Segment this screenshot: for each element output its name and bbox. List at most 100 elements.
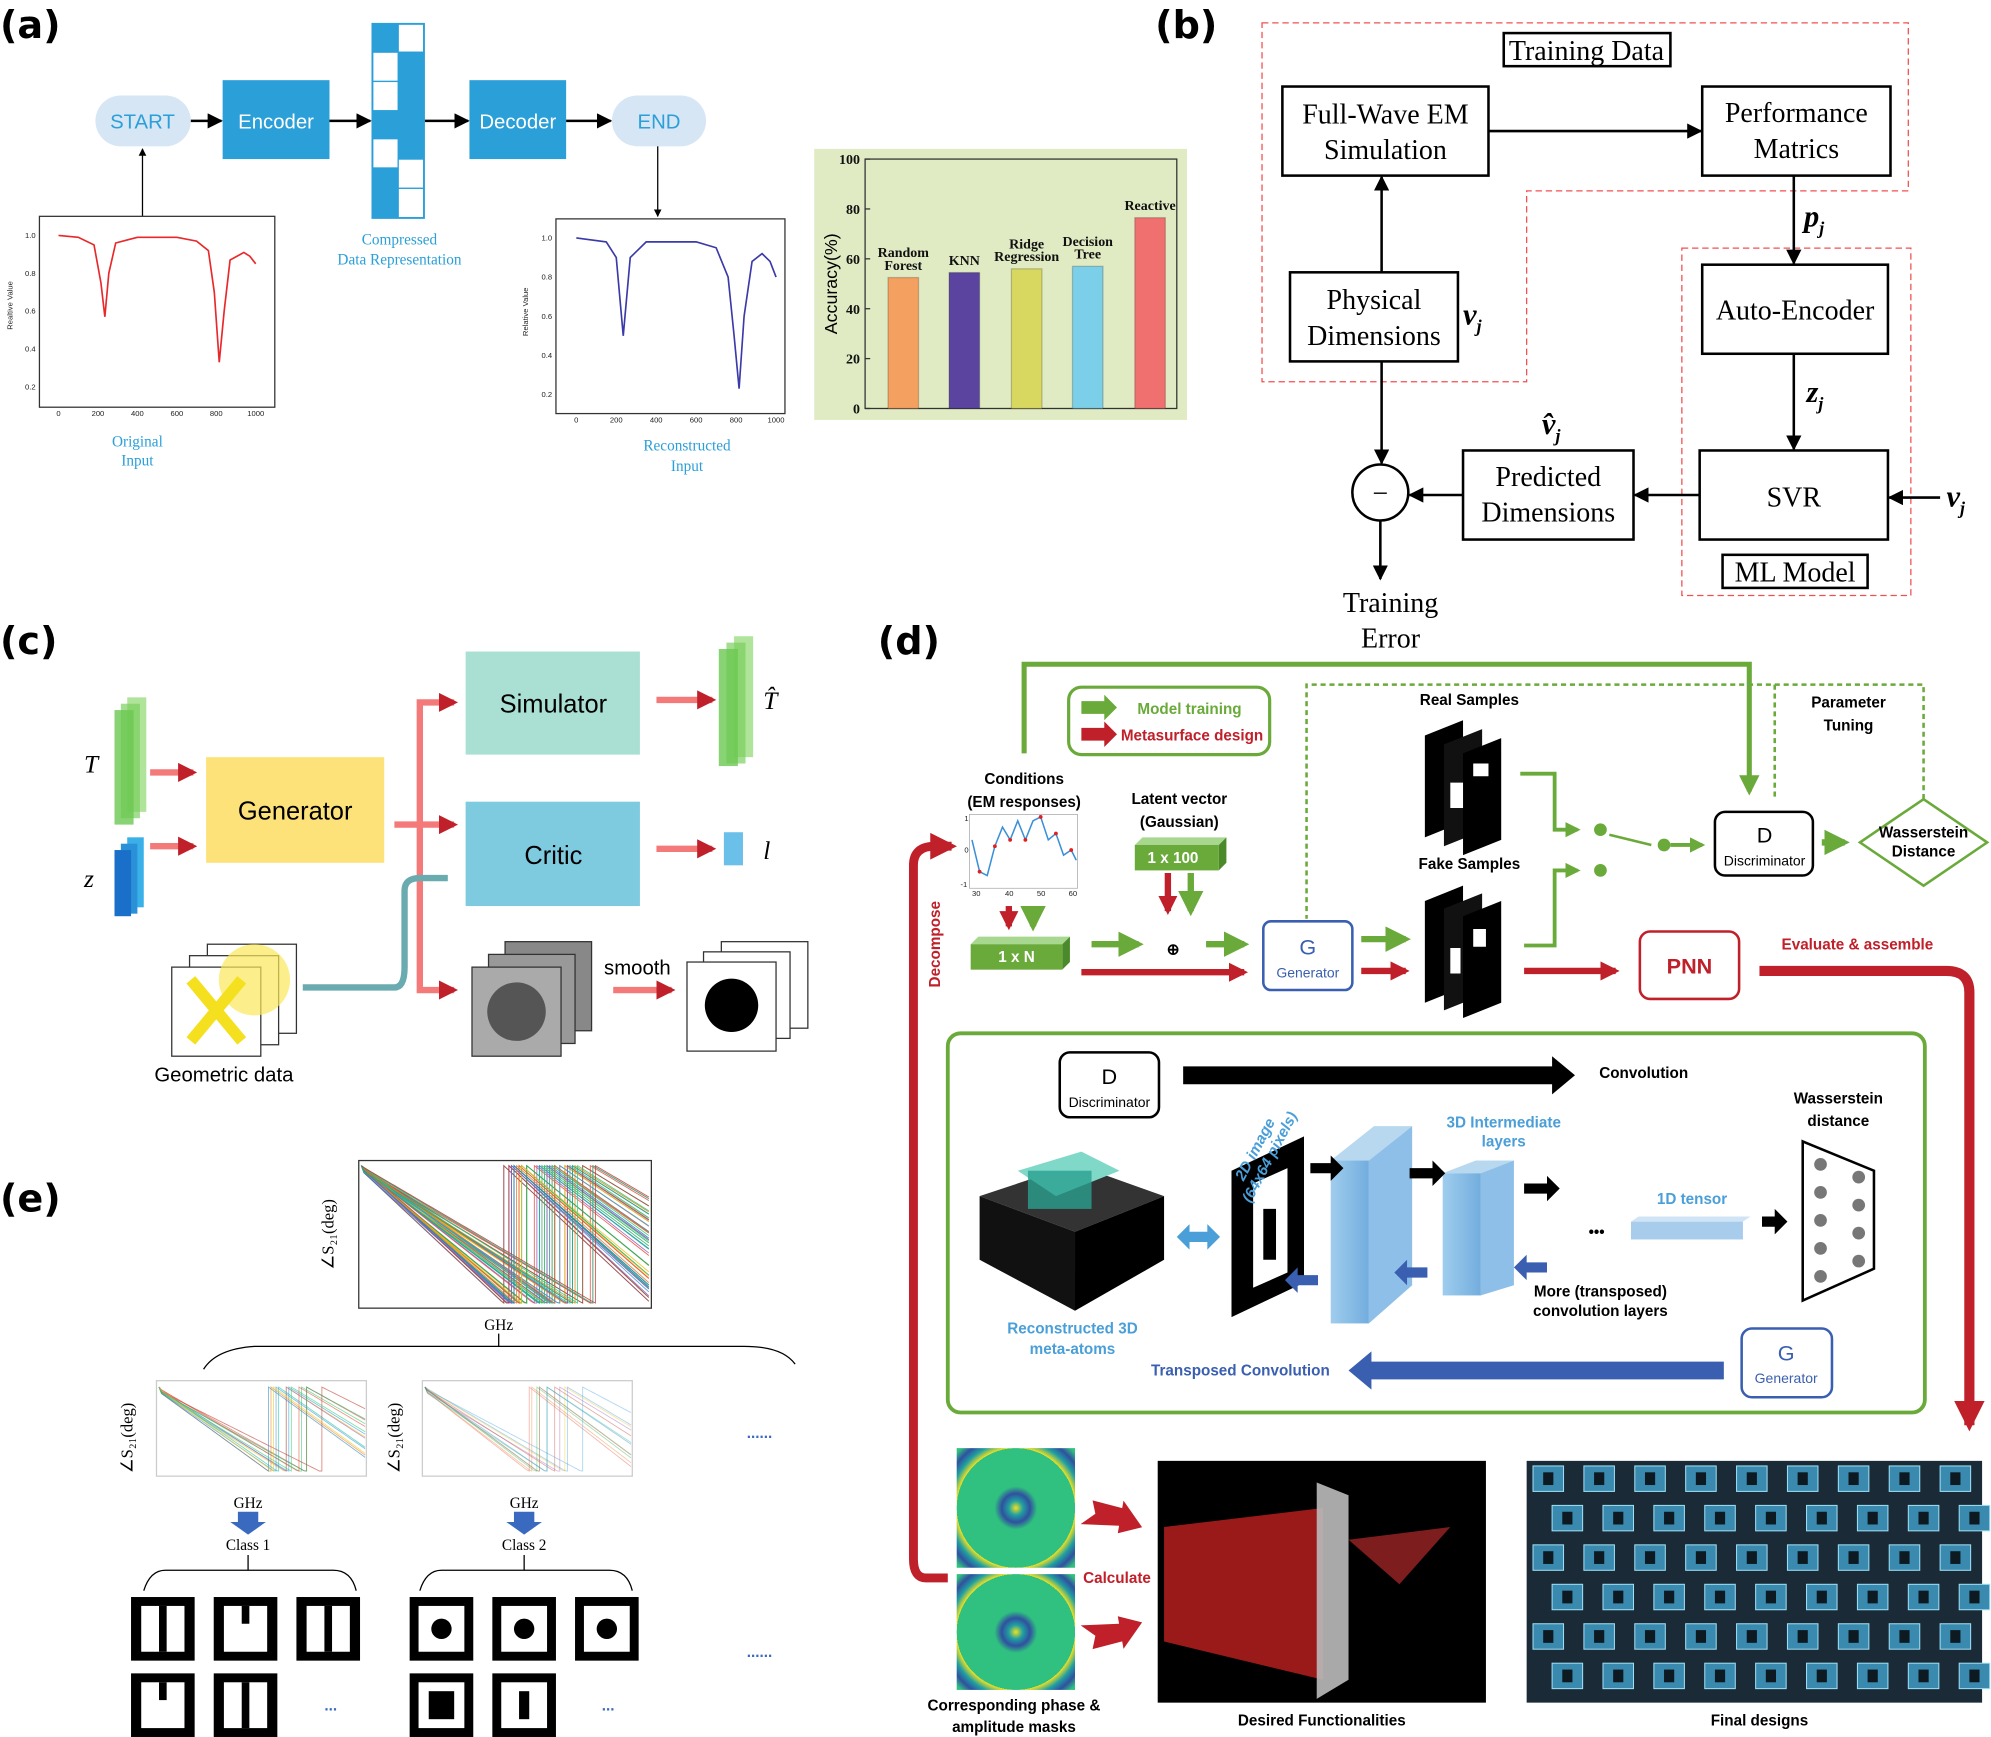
shape-slot bbox=[324, 1605, 333, 1652]
calculate-label: Calculate bbox=[1083, 1570, 1151, 1587]
compressed-caption: Compressed Data Representation bbox=[337, 231, 461, 268]
panel-c: (c) T z Generator Simulator Critic T̂ l bbox=[0, 620, 809, 1087]
svg-text:40: 40 bbox=[1005, 889, 1013, 898]
decompose-label: Decompose bbox=[927, 901, 944, 987]
svg-text:60: 60 bbox=[1069, 889, 1077, 898]
meta-atom-hole bbox=[1714, 1511, 1726, 1525]
svg-text:1 x N: 1 x N bbox=[998, 949, 1034, 966]
latent-vector-label: Latent vector (Gaussian) bbox=[1131, 791, 1227, 831]
meta-atom-hole bbox=[1543, 1472, 1554, 1486]
v-hat-j-symbol: v̂j bbox=[1542, 407, 1561, 446]
meta-atom-hole bbox=[1765, 1590, 1776, 1604]
x-axis-label-class-1: GHz bbox=[234, 1495, 263, 1512]
panel-label-c: (c) bbox=[0, 620, 57, 664]
y-tick-label: 1.0 bbox=[25, 231, 36, 240]
p-j-symbol: pj bbox=[1801, 200, 1824, 239]
meta-atom-hole bbox=[1613, 1669, 1624, 1683]
panel-label-e: (e) bbox=[0, 1177, 61, 1221]
convolution-label: Convolution bbox=[1599, 1065, 1688, 1082]
meta-atom-hole bbox=[1899, 1472, 1910, 1486]
meta-atom-hole bbox=[1746, 1630, 1757, 1643]
meta-atom-hole bbox=[1899, 1630, 1910, 1643]
meta-atom-hole bbox=[1695, 1472, 1707, 1486]
x-tick-label: 800 bbox=[730, 415, 743, 424]
accuracy-bar-chart: Accuracy(%) 020406080100RandomForest KNNR… bbox=[814, 148, 1187, 420]
simulated-images bbox=[471, 941, 593, 1057]
real-samples-label: Real Samples bbox=[1420, 692, 1519, 709]
bar-label: Regression bbox=[994, 250, 1059, 265]
generator-label-inner: Generator bbox=[1755, 1370, 1818, 1386]
y-axis-label: Accuracy(%) bbox=[821, 233, 841, 334]
smoothed-images bbox=[686, 941, 809, 1052]
simulator-label: Simulator bbox=[500, 691, 608, 719]
y-tick-label: 0 bbox=[853, 403, 860, 418]
y-tick-label: 0.6 bbox=[25, 307, 36, 316]
shape-slot bbox=[159, 1605, 167, 1652]
y-tick-label: 0.4 bbox=[542, 351, 553, 360]
svg-text:30: 30 bbox=[972, 889, 980, 898]
conditions-label: Conditions (EM responses) bbox=[967, 771, 1081, 811]
concat-symbol: ⊕ bbox=[1167, 941, 1180, 958]
smooth-label: smooth bbox=[604, 958, 671, 980]
bar-knn bbox=[948, 271, 981, 410]
layers-ellipsis: ••• bbox=[1589, 1224, 1605, 1241]
y-tick-label: 0.2 bbox=[542, 390, 553, 399]
generator-letter-inner: G bbox=[1778, 1340, 1795, 1365]
down-arrow-icon bbox=[506, 1511, 542, 1535]
class-shape-tiles bbox=[131, 1597, 639, 1737]
y-tick-label: 0.4 bbox=[25, 345, 36, 354]
meta-atom-hole bbox=[1848, 1630, 1859, 1643]
x-tick-label: 600 bbox=[170, 409, 183, 418]
x-tick-label: 400 bbox=[650, 415, 663, 424]
y-tick-label: 1.0 bbox=[542, 234, 553, 243]
class-1-label: Class 1 bbox=[226, 1537, 270, 1554]
meta-atom-hole bbox=[1918, 1590, 1929, 1604]
svg-text:1: 1 bbox=[964, 814, 968, 823]
reconstructed-caption: Reconstructed Input bbox=[643, 437, 731, 474]
x-tick-label: 400 bbox=[131, 409, 144, 418]
y-tick-label: 20 bbox=[846, 353, 860, 368]
y-tick-label: 0.8 bbox=[25, 269, 36, 278]
generator-label: Generator bbox=[1276, 964, 1339, 980]
shape-slot bbox=[241, 1605, 250, 1624]
discriminator-letter-inner: D bbox=[1102, 1064, 1118, 1089]
meta-atom-hole bbox=[1848, 1551, 1859, 1564]
shape-hole bbox=[431, 1618, 452, 1640]
fake-samples-images bbox=[1424, 885, 1502, 1019]
encoder-label: Encoder bbox=[238, 112, 314, 134]
shape-hole bbox=[596, 1618, 618, 1640]
v-j-symbol: vj bbox=[1463, 297, 1482, 336]
svg-text:0: 0 bbox=[964, 846, 968, 855]
svr-label: SVR bbox=[1767, 482, 1822, 513]
y-tick-label: 80 bbox=[846, 203, 860, 218]
start-label: START bbox=[110, 112, 175, 134]
transposed-convolution-label: Transposed Convolution bbox=[1151, 1363, 1330, 1380]
class-1-chart bbox=[155, 1380, 368, 1477]
geometric-data-arrow bbox=[302, 874, 448, 991]
bar-label: Tree bbox=[1074, 248, 1101, 263]
bar-reactive bbox=[1134, 217, 1166, 410]
meta-atom-hole bbox=[1797, 1630, 1808, 1643]
meta-atom-hole bbox=[1543, 1551, 1554, 1564]
panel-e: (e) ∠S₂₁(deg) GHz ∠S₂₁(deg) ∠S₂₁(deg) GH… bbox=[0, 1159, 796, 1737]
v-j-input-symbol: vj bbox=[1946, 479, 1965, 518]
shape-hole bbox=[513, 1618, 535, 1640]
panel-a: (a) START Encoder Decoder END Compressed… bbox=[0, 4, 1187, 475]
x-tick-label: 1000 bbox=[247, 409, 264, 418]
meta-atom-hole bbox=[1746, 1472, 1757, 1486]
figure: (a) START Encoder Decoder END Compressed… bbox=[0, 4, 1991, 1737]
original-input-chart: Realtive Value 0 200 400 600 800 1000 0.2 0.4 0.… bbox=[6, 215, 276, 418]
y-tick-label: 40 bbox=[846, 303, 860, 318]
generator-label: Generator bbox=[238, 798, 353, 826]
legend-metasurface-design: Metasurface design bbox=[1121, 728, 1263, 745]
generator-letter: G bbox=[1299, 934, 1316, 959]
meta-atom-hole bbox=[1562, 1669, 1573, 1683]
class-2-label: Class 2 bbox=[502, 1537, 546, 1554]
meta-atom-hole bbox=[1867, 1511, 1878, 1525]
meta-atom-hole bbox=[1594, 1630, 1605, 1643]
more-classes-ellipsis: ...... bbox=[747, 1425, 772, 1442]
parameter-tuning-label: Parameter Tuning bbox=[1811, 695, 1886, 735]
class-2-chart bbox=[421, 1380, 633, 1477]
discriminator-letter: D bbox=[1757, 822, 1773, 847]
meta-atom-hole bbox=[1950, 1551, 1961, 1564]
